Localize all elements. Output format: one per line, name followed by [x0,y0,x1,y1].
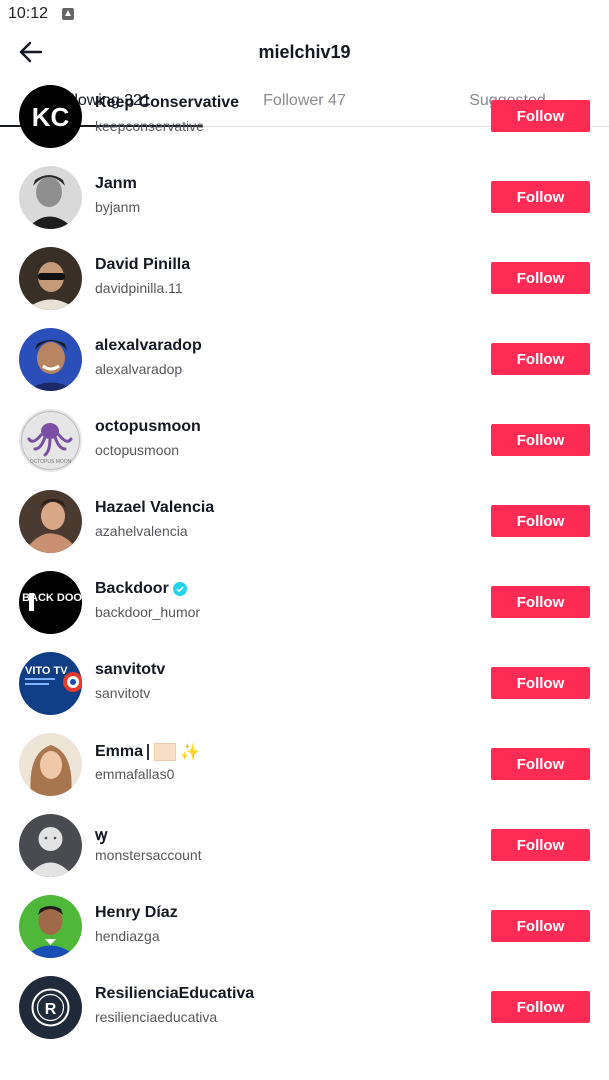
follow-button[interactable]: Follow [491,586,590,618]
list-item[interactable]: BACK DOOR Backdoor backdoor_humor Follow [0,571,609,652]
avatar[interactable] [19,814,82,877]
follow-button[interactable]: Follow [491,181,590,213]
following-list: KC Keep Conservative keepconservative Fo… [0,85,609,1057]
avatar-logo-text: BACK DOOR [22,592,82,604]
list-item[interactable]: Janm byjanm Follow [0,166,609,247]
follow-button[interactable]: Follow [491,910,590,942]
follow-button[interactable]: Follow [491,829,590,861]
emoji-icon [154,743,177,761]
user-name: ꝡ [95,827,108,844]
list-item[interactable]: R ResilienciaEducativa resilienciaeducat… [0,976,609,1057]
user-name-text: Backdoor [95,580,169,597]
avatar[interactable] [19,733,82,796]
avatar[interactable]: BACK DOOR [19,571,82,634]
follow-button[interactable]: Follow [491,262,590,294]
user-name: alexalvaradop [95,337,202,354]
user-handle: keepconservative [95,118,204,134]
list-item[interactable]: alexalvaradop alexalvaradop Follow [0,328,609,409]
unknown-glyph-icon [147,744,150,760]
user-handle: davidpinilla.11 [95,280,183,296]
status-time: 10:12 [8,5,49,22]
user-name: Backdoor [95,580,187,598]
user-name: David Pinilla [95,256,191,273]
avatar[interactable]: KC [19,85,82,148]
user-handle: backdoor_humor [95,604,201,620]
avatar[interactable] [19,166,82,229]
list-item[interactable]: OCTOPUS MOON octopusmoon octopusmoon Fol… [0,409,609,490]
follow-button[interactable]: Follow [491,343,590,375]
user-name: Henry Díaz [95,904,178,921]
avatar[interactable] [19,490,82,553]
user-handle: sanvitotv [95,685,151,701]
user-name: Janm [95,175,137,192]
avatar-logo-text: KC [32,102,70,132]
user-name: ResilienciaEducativa [95,985,255,1002]
user-name-text: Emma [95,743,144,760]
avatar[interactable] [19,247,82,310]
sparkles-icon: ✨ [180,744,200,761]
follow-button[interactable]: Follow [491,667,590,699]
avatar[interactable]: R [19,976,82,1039]
user-handle: alexalvaradop [95,361,183,377]
page-title: mielchiv19 [258,41,351,62]
list-item[interactable]: Henry Díaz hendiazga Follow [0,895,609,976]
follow-button[interactable]: Follow [491,505,590,537]
user-name: sanvitotv [95,661,166,678]
header: mielchiv19 [0,28,609,76]
user-name: Keep Conservative [95,94,240,111]
notification-icon [62,8,75,20]
svg-text:R: R [45,1001,57,1018]
back-arrow-icon[interactable] [14,36,48,68]
user-handle: byjanm [95,199,141,215]
user-handle: emmafallas0 [95,766,175,782]
follow-button[interactable]: Follow [491,991,590,1023]
user-handle: hendiazga [95,928,160,944]
user-handle: resilienciaeducativa [95,1009,218,1025]
follow-button[interactable]: Follow [491,748,590,780]
list-item[interactable]: VITO TV sanvitotv sanvitotv Follow [0,652,609,733]
verified-badge-icon [172,582,187,596]
avatar[interactable]: VITO TV [19,652,82,715]
list-item[interactable]: Emma ✨ emmafallas0 Follow [0,733,609,814]
avatar-logo-text: OCTOPUS MOON [30,459,72,465]
avatar[interactable] [19,895,82,958]
follow-button[interactable]: Follow [491,100,590,132]
user-name: Hazael Valencia [95,499,215,516]
avatar[interactable]: OCTOPUS MOON [19,409,82,472]
list-item[interactable]: ꝡ monstersaccount Follow [0,814,609,895]
user-name: octopusmoon [95,418,201,435]
avatar[interactable] [19,328,82,391]
list-item[interactable]: David Pinilla davidpinilla.11 Follow [0,247,609,328]
list-item[interactable]: KC Keep Conservative keepconservative Fo… [0,85,609,166]
user-handle: monstersaccount [95,847,202,863]
list-item[interactable]: Hazael Valencia azahelvalencia Follow [0,490,609,571]
user-name: Emma ✨ [95,742,200,762]
status-bar: 10:12 [0,0,609,28]
user-handle: azahelvalencia [95,523,188,539]
avatar-logo-text: VITO TV [25,665,68,677]
user-handle: octopusmoon [95,442,180,458]
follow-button[interactable]: Follow [491,424,590,456]
